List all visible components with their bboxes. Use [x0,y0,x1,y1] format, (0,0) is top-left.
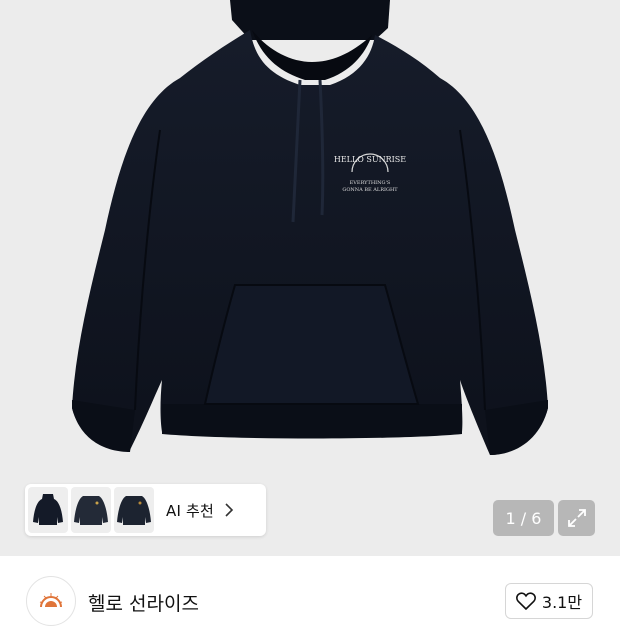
print-text-line3: GONNA BE ALRIGHT [342,187,398,193]
like-count: 3.1만 [541,593,583,612]
expand-image-button[interactable] [558,500,595,536]
brand-logo[interactable] [26,576,76,626]
like-button[interactable]: 3.1만 [505,583,593,619]
expand-arrows-icon [567,509,586,527]
recommend-thumbnail-2[interactable] [71,487,111,533]
print-text-line1: HELLO SUNRISE [334,155,406,164]
recommend-thumbnail-3[interactable] [114,487,154,533]
recommend-thumbnail-1[interactable] [28,487,68,533]
product-image[interactable]: HELLO SUNRISE EVERYTHING'S GONNA BE ALRI… [0,0,620,556]
ai-recommend-strip[interactable]: AI 추천 [25,484,266,536]
heart-icon [515,592,536,610]
print-text-line2: EVERYTHING'S [350,180,391,186]
brand-name[interactable]: 헬로 선라이즈 [88,589,199,616]
ai-recommend-label[interactable]: AI 추천 [166,500,214,521]
brand-row: 헬로 선라이즈 3.1만 [0,556,620,626]
image-page-indicator: 1 / 6 [493,500,554,536]
product-image-gallery[interactable]: HELLO SUNRISE EVERYTHING'S GONNA BE ALRI… [0,0,620,556]
chevron-right-icon[interactable] [224,503,234,517]
